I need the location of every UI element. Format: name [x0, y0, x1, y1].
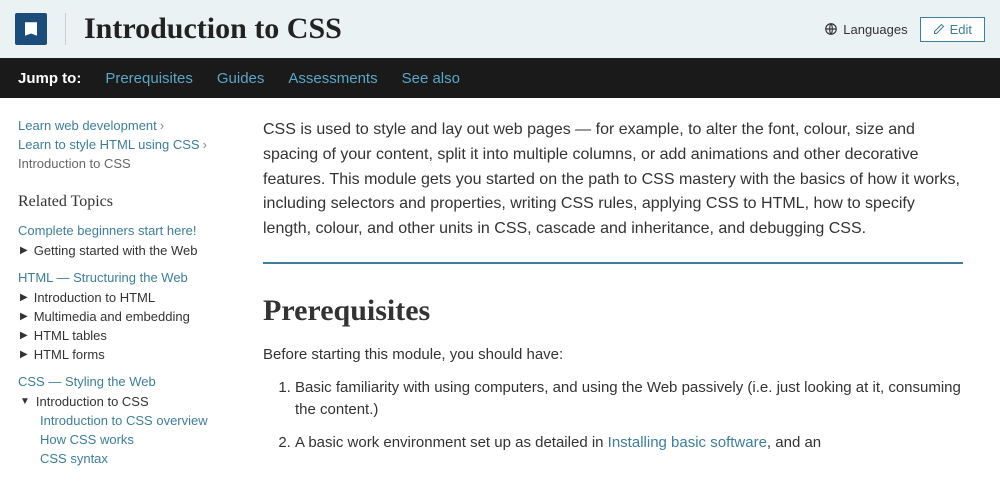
edit-label: Edit	[950, 22, 972, 37]
pencil-icon	[933, 23, 945, 35]
header-actions: Languages Edit	[824, 17, 985, 42]
related-topics-heading: Related Topics	[18, 193, 243, 211]
languages-button[interactable]: Languages	[824, 22, 907, 37]
topic-item[interactable]: ▶Multimedia and embedding	[20, 309, 243, 324]
triangle-down-icon: ▼	[20, 396, 30, 407]
languages-label: Languages	[843, 22, 907, 37]
jump-link-assessments[interactable]: Assessments	[288, 70, 377, 87]
breadcrumb-link[interactable]: Learn to style HTML using CSS›	[18, 137, 243, 152]
breadcrumb-link[interactable]: Learn web development›	[18, 118, 243, 133]
breadcrumb-current: Introduction to CSS	[18, 156, 243, 171]
intro-paragraph: CSS is used to style and lay out web pag…	[263, 118, 963, 264]
page-title: Introduction to CSS	[84, 12, 824, 46]
globe-icon	[824, 22, 838, 36]
topic-subitem[interactable]: How CSS works	[40, 432, 243, 447]
jump-to-bar: Jump to: Prerequisites Guides Assessment…	[0, 58, 1000, 98]
topic-section-head[interactable]: Complete beginners start here!	[18, 223, 243, 238]
edit-button[interactable]: Edit	[920, 17, 985, 42]
inline-link[interactable]: Installing basic software	[608, 434, 767, 451]
jump-to-label: Jump to:	[18, 70, 81, 87]
list-item: Basic familiarity with using computers, …	[295, 377, 980, 422]
chevron-right-icon: ›	[160, 118, 164, 133]
prerequisites-list: Basic familiarity with using computers, …	[263, 377, 980, 455]
site-logo-icon[interactable]	[15, 13, 47, 45]
jump-link-prerequisites[interactable]: Prerequisites	[105, 70, 193, 87]
content-area: Learn web development› Learn to style HT…	[0, 98, 1000, 470]
topic-item[interactable]: ▶HTML tables	[20, 328, 243, 343]
triangle-right-icon: ▶	[20, 330, 28, 341]
sidebar: Learn web development› Learn to style HT…	[18, 118, 263, 470]
triangle-right-icon: ▶	[20, 292, 28, 303]
topic-item[interactable]: ▶HTML forms	[20, 347, 243, 362]
jump-link-guides[interactable]: Guides	[217, 70, 265, 87]
triangle-right-icon: ▶	[20, 311, 28, 322]
prerequisites-heading: Prerequisites	[263, 294, 980, 328]
prerequisites-intro: Before starting this module, you should …	[263, 346, 980, 363]
topic-item[interactable]: ▶Introduction to HTML	[20, 290, 243, 305]
main-content: CSS is used to style and lay out web pag…	[263, 118, 1000, 470]
topic-subitem[interactable]: CSS syntax	[40, 451, 243, 466]
header: Introduction to CSS Languages Edit	[0, 0, 1000, 58]
list-item: A basic work environment set up as detai…	[295, 432, 980, 455]
triangle-right-icon: ▶	[20, 349, 28, 360]
chevron-right-icon: ›	[203, 137, 207, 152]
topic-subitem[interactable]: Introduction to CSS overview	[40, 413, 243, 428]
jump-link-see-also[interactable]: See also	[402, 70, 460, 87]
header-divider	[65, 13, 66, 45]
topic-item-expanded[interactable]: ▼Introduction to CSS	[20, 394, 243, 409]
topic-item[interactable]: ▶Getting started with the Web	[20, 243, 243, 258]
topic-section-head[interactable]: HTML — Structuring the Web	[18, 270, 243, 285]
topic-section-head[interactable]: CSS — Styling the Web	[18, 374, 243, 389]
triangle-right-icon: ▶	[20, 245, 28, 256]
